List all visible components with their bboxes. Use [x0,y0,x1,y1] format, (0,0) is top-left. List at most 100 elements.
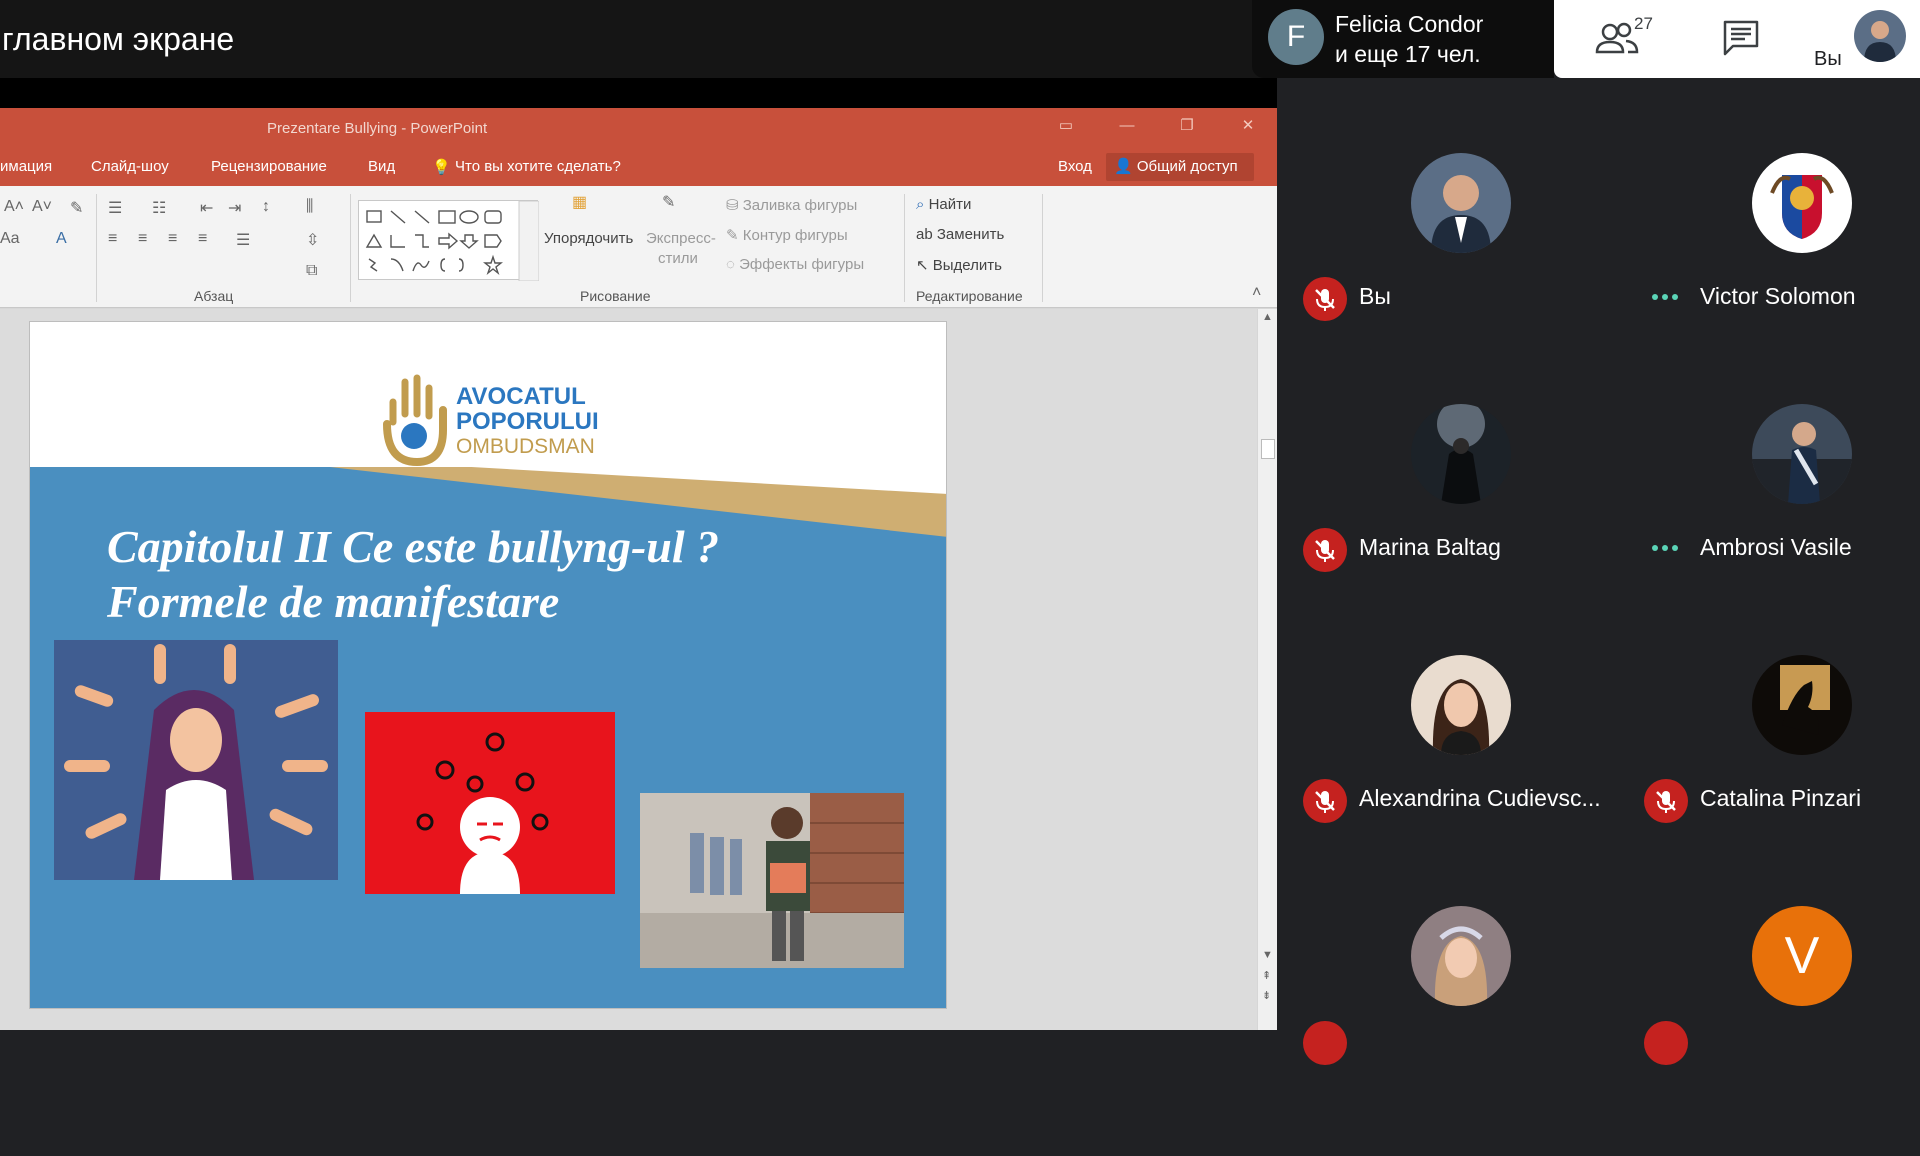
line-spacing-icon[interactable]: ↕ [262,198,270,216]
participant-name: Вы [1359,283,1391,309]
self-avatar[interactable] [1854,10,1906,62]
ombudsman-logo-text: AVOCATUL POPORULUI OMBUDSMAN [456,384,599,459]
avatar-initial: V [1784,927,1820,985]
decrease-indent-icon[interactable]: ⇤ [200,198,213,218]
ribbon-display-icon[interactable]: ▭ [1054,116,1078,136]
tell-me-search[interactable]: Что вы хотите сделать? [455,158,621,175]
scroll-up-icon[interactable]: ▲ [1262,311,1273,323]
clear-format-icon[interactable]: ✎ [70,198,83,218]
participant-name: Victor Solomon [1700,283,1856,309]
participant-tile[interactable]: V [1632,906,1920,1156]
scroll-thumb[interactable] [1261,439,1275,459]
shrink-font-icon[interactable]: A˅ [32,198,52,216]
shape-fill-button[interactable]: ⛁ Заливка фигуры [726,196,857,214]
columns-icon[interactable]: ⫼ [306,198,313,216]
tab-view[interactable]: Вид [368,158,395,175]
smartart-icon[interactable]: ⧉ [306,262,317,280]
shape-outline-label: Контур фигуры [742,227,848,244]
participant-tile[interactable]: Alexandrina Cudievsc... [1291,655,1631,905]
logo-line-2: POPORULUI [456,408,599,435]
find-label: Найти [928,196,972,213]
avatar [1752,404,1852,504]
bullying-illustration-image [54,640,338,880]
participant-tile[interactable]: Marina Baltag [1291,404,1631,654]
slide-title-line-1: Capitolul II Ce este bullyng-ul ? [107,521,720,572]
align-right-icon[interactable]: ≡ [168,230,177,248]
presenter-name: Felicia Condor и еще 17 чел. [1335,9,1483,69]
cursor-icon: ↖ [916,257,933,274]
previous-slide-icon[interactable]: ⇞ [1262,969,1271,982]
group-separator [904,194,905,302]
slide-title: Capitolul II Ce este bullyng-ul ? Formel… [107,519,927,629]
presenter-chip[interactable]: F Felicia Condor и еще 17 чел. [1252,0,1554,78]
shape-outline-button[interactable]: ✎ Контур фигуры [726,226,848,244]
lightbulb-icon: 💡 [432,159,451,176]
shape-effects-label: Эффекты фигуры [739,256,865,273]
shape-effects-button[interactable]: ◌ Эффекты фигуры [726,256,864,273]
participant-name: Ambrosi Vasile [1700,534,1852,560]
align-left-icon[interactable]: ≡ [108,230,117,248]
select-button[interactable]: ↖ Выделить [916,256,1002,274]
restore-icon[interactable]: ❐ [1175,116,1199,136]
replace-button[interactable]: ab Заменить [916,226,1004,243]
find-button[interactable]: ⌕ Найти [916,196,971,213]
increase-indent-icon[interactable]: ⇥ [228,198,241,218]
bullets-icon[interactable]: ☰ [108,198,122,218]
slide-title-line-2: Formele de manifestare [107,576,560,627]
justify-icon[interactable]: ≡ [198,230,207,248]
text-direction-icon[interactable]: ⇳ [306,230,319,250]
participants-panel: Вы Victor Solomon Marina Baltag Ambrosi … [1277,0,1920,1065]
ribbon: A˄ A˅ ✎ Aa A ☰ ☷ ⇤ ⇥ ↕ ⫼ ≡ ≡ ≡ ≡ ☰ ⇳ ⧉ А… [0,186,1277,308]
participant-tile[interactable]: Catalina Pinzari [1632,655,1920,905]
participant-tile[interactable]: Victor Solomon [1632,153,1920,403]
align-center-icon[interactable]: ≡ [138,230,147,248]
vertical-scrollbar[interactable]: ▲ ▼ ⇞ ⇟ [1257,309,1277,1030]
text-align-icon[interactable]: ☰ [236,230,250,250]
window-title: Prezentare Bullying - PowerPoint [267,120,488,137]
shapes-gallery[interactable] [358,200,539,281]
collapse-ribbon-icon[interactable]: ˄ [1252,284,1261,302]
grow-font-icon[interactable]: A˄ [4,198,24,216]
participant-tile[interactable]: Ambrosi Vasile [1632,404,1920,654]
group-separator [350,194,351,302]
arrange-button[interactable]: Упорядочить [544,230,633,247]
share-label: Общий доступ [1136,158,1238,175]
numbering-icon[interactable]: ☷ [152,198,166,218]
presenter-name-line-1: Felicia Condor [1335,11,1484,37]
tab-review[interactable]: Рецензирование [211,158,327,175]
tab-slideshow[interactable]: Слайд-шоу [91,158,169,175]
scroll-down-icon[interactable]: ▼ [1262,949,1273,961]
shapes-icon [365,201,539,281]
shape-fill-label: Заливка фигуры [742,197,858,214]
select-label: Выделить [932,257,1002,274]
mic-muted-icon [1303,528,1347,572]
share-button[interactable]: 👤 Общий доступ [1106,153,1254,181]
mic-muted-icon [1303,277,1347,321]
participant-tile[interactable] [1291,906,1631,1156]
next-slide-icon[interactable]: ⇟ [1262,989,1271,1002]
minimize-icon[interactable]: — [1115,116,1139,136]
quick-styles-button[interactable]: Экспресс- [646,230,716,247]
mic-muted-icon [1644,779,1688,823]
shared-screen: главном экране Prezentare Bullying - Pow… [0,0,1277,1030]
avatar [1411,153,1511,253]
paint-bucket-icon: ⛁ [726,197,743,214]
font-color-icon[interactable]: A [56,230,67,248]
avatar [1411,655,1511,755]
ribbon-tabs: имация Слайд-шоу Рецензирование Вид 💡 Чт… [0,148,1277,186]
participant-tile[interactable]: Вы [1291,153,1631,403]
signin-link[interactable]: Вход [1058,158,1092,175]
ombudsman-logo-icon [383,374,447,466]
avatar [1752,655,1852,755]
slide: AVOCATUL POPORULUI OMBUDSMAN Capitolul I… [29,321,947,1009]
group-separator [1042,194,1043,302]
slide-canvas: AVOCATUL POPORULUI OMBUDSMAN Capitolul I… [0,309,1277,1030]
participant-name: Marina Baltag [1359,534,1501,560]
close-icon[interactable]: ✕ [1236,116,1260,136]
chat-button[interactable] [1721,18,1761,58]
change-case-icon[interactable]: Aa [0,230,20,248]
paragraph-group-label: Абзац [194,288,234,304]
participant-name: Alexandrina Cudievsc... [1359,785,1601,811]
drawing-group-label: Рисование [580,288,651,304]
tab-animations[interactable]: имация [0,158,52,175]
